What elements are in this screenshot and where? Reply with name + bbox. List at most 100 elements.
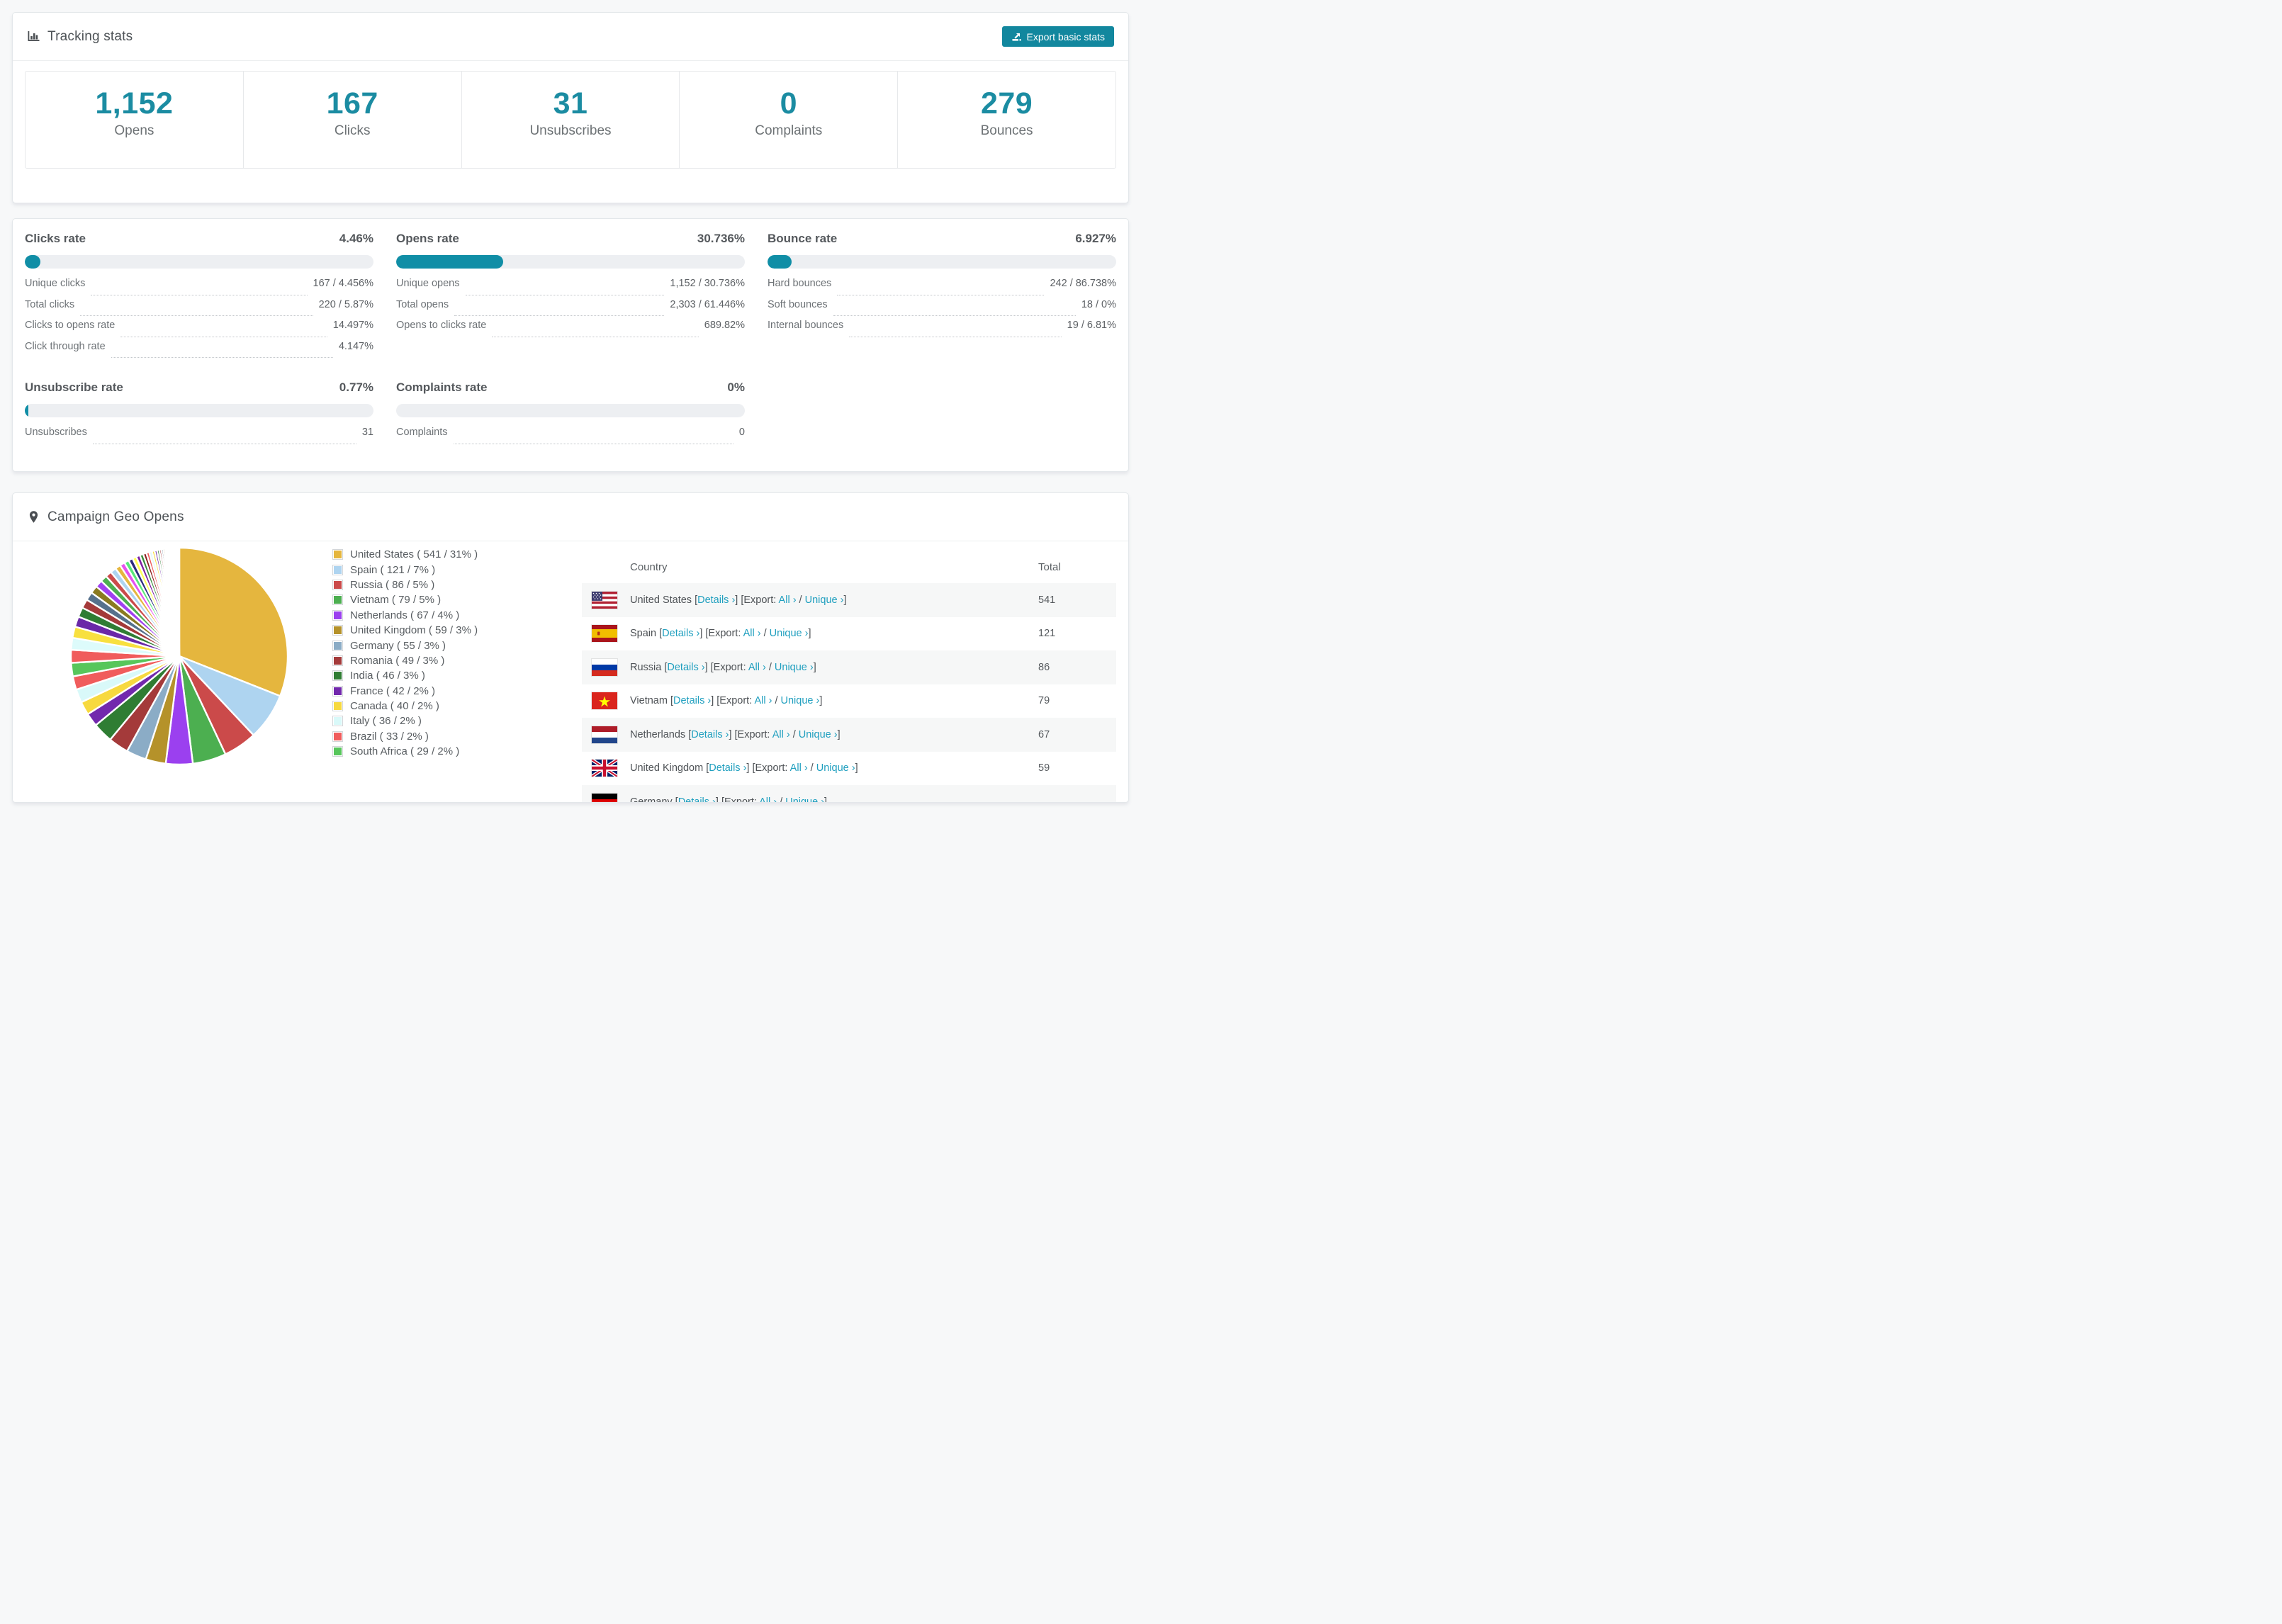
- legend-label: Romania ( 49 / 3% ): [350, 654, 445, 667]
- tracking-stats-header: Tracking stats Export basic stats: [13, 13, 1128, 60]
- export-all-link[interactable]: All ›: [790, 762, 808, 774]
- legend-item-united-kingdom: United Kingdom ( 59 / 3% ): [332, 623, 478, 638]
- export-prefix: ] [Export:: [699, 628, 743, 640]
- export-unique-link[interactable]: Unique ›: [805, 594, 844, 606]
- legend-item-canada: Canada ( 40 / 2% ): [332, 699, 478, 714]
- rate-progress-bar: [396, 255, 745, 269]
- export-all-link[interactable]: All ›: [748, 662, 766, 673]
- export-unique-link[interactable]: Unique ›: [816, 762, 855, 774]
- bracket: ]: [837, 728, 841, 740]
- export-all-link[interactable]: All ›: [779, 594, 797, 606]
- legend-item-united-states: United States ( 541 / 31% ): [332, 547, 478, 562]
- rate-progress-bar: [396, 404, 745, 417]
- legend-swatch: [332, 564, 343, 575]
- export-unique-link[interactable]: Unique ›: [775, 662, 814, 673]
- dotted-leader: [111, 357, 333, 358]
- total-cell: 121: [1038, 628, 1056, 640]
- legend-label: Italy ( 36 / 2% ): [350, 715, 422, 728]
- details-link[interactable]: Details ›: [697, 594, 735, 606]
- details-link[interactable]: Details ›: [662, 628, 699, 639]
- export-prefix: ] [Export:: [746, 762, 790, 774]
- rate-stat-label: Internal bounces: [768, 320, 844, 331]
- legend-item-russia: Russia ( 86 / 5% ): [332, 577, 478, 592]
- rate-progress-fill: [396, 255, 504, 269]
- export-prefix: ] [Export:: [735, 594, 779, 606]
- details-link[interactable]: Details ›: [673, 695, 711, 706]
- export-unique-link[interactable]: Unique ›: [785, 796, 824, 802]
- summary-stat-opens: 1,152 Opens: [26, 72, 244, 168]
- rate-percent: 30.736%: [697, 232, 745, 245]
- summary-stat-value: 0: [780, 86, 797, 120]
- rate-stat-row: Total opens 2,303 / 61.446%: [396, 299, 745, 320]
- rate-stat-value: 242 / 86.738%: [1050, 278, 1116, 289]
- legend-swatch: [332, 670, 343, 682]
- summary-stat-label: Bounces: [980, 123, 1033, 139]
- table-row-germany: Germany [Details ›] [Export: All › / Uni…: [582, 785, 1116, 802]
- rate-column-clicks-rate: Clicks rate 4.46% Unique clicks 167 / 4.456…: [25, 232, 373, 361]
- legend-label: Germany ( 55 / 3% ): [350, 639, 446, 652]
- legend-item-vietnam: Vietnam ( 79 / 5% ): [332, 592, 478, 607]
- legend-swatch: [332, 609, 343, 621]
- rate-stat-value: 19 / 6.81%: [1067, 320, 1116, 331]
- separator: /: [765, 661, 775, 673]
- flag-nl-icon: [592, 726, 617, 743]
- separator: /: [772, 695, 781, 707]
- separator: /: [789, 728, 799, 740]
- total-cell: 67: [1038, 728, 1050, 740]
- rate-stat-row: Soft bounces 18 / 0%: [768, 299, 1116, 320]
- details-link[interactable]: Details ›: [678, 796, 716, 802]
- bracket: ]: [808, 628, 811, 640]
- legend-swatch: [332, 685, 343, 697]
- summary-stat-label: Complaints: [755, 123, 823, 139]
- rates-grid: Clicks rate 4.46% Unique clicks 167 / 4.456…: [13, 219, 1128, 461]
- country-cell: Russia [Details ›] [Export: All › / Uniq…: [630, 662, 1038, 673]
- export-basic-stats-button[interactable]: Export basic stats: [1001, 26, 1114, 47]
- legend-swatch: [332, 655, 343, 666]
- summary-stat-label: Clicks: [334, 123, 371, 139]
- total-cell: 59: [1038, 762, 1050, 774]
- total-cell: 86: [1038, 661, 1050, 673]
- table-row-united-kingdom: United Kingdom [Details ›] [Export: All …: [582, 752, 1116, 786]
- export-unique-link[interactable]: Unique ›: [770, 628, 809, 639]
- export-all-link[interactable]: All ›: [759, 796, 777, 802]
- rate-percent: 0%: [727, 380, 745, 394]
- export-all-link[interactable]: All ›: [754, 695, 772, 706]
- export-unique-link[interactable]: Unique ›: [799, 729, 838, 740]
- rate-stat-value: 14.497%: [332, 320, 373, 331]
- table-row-spain: Spain [Details ›] [Export: All › / Uniqu…: [582, 617, 1116, 651]
- legend-item-south-africa: South Africa ( 29 / 2% ): [332, 744, 478, 759]
- flag-vn-icon: [592, 692, 617, 710]
- export-unique-link[interactable]: Unique ›: [781, 695, 820, 706]
- bracket: ]: [843, 594, 847, 606]
- rate-progress-bar: [25, 255, 373, 269]
- legend-swatch: [332, 579, 343, 590]
- details-link[interactable]: Details ›: [691, 729, 729, 740]
- rate-stat-row: Click through rate 4.147%: [25, 341, 373, 362]
- export-all-link[interactable]: All ›: [743, 628, 761, 639]
- flag-de-icon: [592, 793, 617, 802]
- details-link[interactable]: Details ›: [709, 762, 746, 774]
- summary-stat-value: 167: [326, 86, 378, 120]
- tracking-stats-card: Tracking stats Export basic stats 1,152 O…: [12, 12, 1129, 203]
- column-header-total: Total: [1038, 561, 1061, 573]
- bar-chart-icon: [27, 30, 40, 43]
- rate-stat-value: 18 / 0%: [1081, 298, 1116, 310]
- table-row-russia: Russia [Details ›] [Export: All › / Uniq…: [582, 650, 1116, 684]
- rate-stat-value: 0: [738, 427, 745, 438]
- legend-swatch: [332, 701, 343, 712]
- rate-stat-row: Clicks to opens rate 14.497%: [25, 320, 373, 341]
- export-all-link[interactable]: All ›: [772, 729, 790, 740]
- column-header-country: Country: [630, 561, 668, 573]
- export-prefix: ] [Export:: [704, 661, 748, 673]
- country-cell: Germany [Details ›] [Export: All › / Uni…: [630, 796, 1038, 802]
- legend-item-romania: Romania ( 49 / 3% ): [332, 653, 478, 668]
- rate-stat-label: Soft bounces: [768, 298, 828, 310]
- rate-title: Bounce rate: [768, 232, 838, 245]
- header-divider: [13, 60, 1128, 61]
- rate-stat-row: Internal bounces 19 / 6.81%: [768, 320, 1116, 341]
- details-link[interactable]: Details ›: [667, 662, 704, 673]
- rate-column-complaints-rate: Complaints rate 0% Complaints 0: [396, 380, 745, 448]
- legend-item-germany: Germany ( 55 / 3% ): [332, 638, 478, 653]
- rate-stat-label: Total clicks: [25, 298, 75, 310]
- legend-label: India ( 46 / 3% ): [350, 670, 425, 682]
